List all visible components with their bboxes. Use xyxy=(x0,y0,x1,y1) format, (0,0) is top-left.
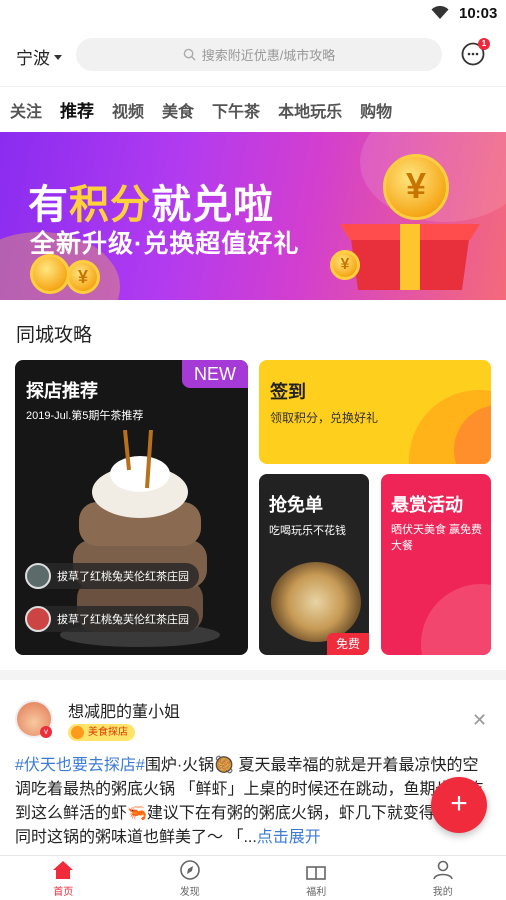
reward-title: 悬赏活动 xyxy=(391,495,463,515)
avatar xyxy=(25,563,51,589)
feed-text: 拔草了红桃兔芙伦红茶庄园 xyxy=(57,614,189,626)
avatar xyxy=(25,606,51,632)
profile-icon xyxy=(432,860,453,879)
home-icon xyxy=(53,860,74,879)
coin-icon: ¥ xyxy=(383,154,449,220)
nav-welfare[interactable]: 福利 xyxy=(253,856,380,900)
free-order-title: 抢免单 xyxy=(269,495,323,515)
checkin-desc: 领取积分，兑换好礼 xyxy=(270,411,379,425)
free-order-desc: 吃喝玩乐不花钱 xyxy=(269,525,346,537)
compass-icon xyxy=(179,859,200,880)
tab-meishi[interactable]: 美食 xyxy=(162,98,194,122)
tandian-desc: 2019-Jul.第5期午茶推荐 xyxy=(26,410,144,422)
nav-label: 发现 xyxy=(179,886,200,898)
nav-profile[interactable]: 我的 xyxy=(380,856,506,900)
new-badge: NEW xyxy=(182,360,248,388)
banner-title: 有积分就兑啦 xyxy=(28,183,274,227)
search-placeholder: 搜索附近优惠/城市攻略 xyxy=(201,48,336,63)
free-order-card[interactable]: 抢免单 吃喝玩乐不花钱 免费 xyxy=(259,474,369,655)
city-label: 宁波 xyxy=(16,49,50,68)
food-tag-icon xyxy=(71,726,84,739)
category-tabs: 关注 推荐 视频 美食 下午茶 本地玩乐 购物 xyxy=(0,86,506,132)
feed-text: 拔草了红桃兔芙伦红茶庄园 xyxy=(57,571,189,583)
nav-label: 福利 xyxy=(306,886,327,898)
gift-icon xyxy=(306,865,327,880)
verified-badge: v xyxy=(40,726,52,738)
tab-gouwu[interactable]: 购物 xyxy=(360,98,392,122)
bottom-nav: 首页 发现 福利 我的 xyxy=(0,855,506,900)
nav-discover[interactable]: 发现 xyxy=(127,856,254,900)
author-name[interactable]: 想减肥的董小姐 xyxy=(68,698,180,722)
coin-icon: ¥ xyxy=(330,250,360,280)
free-badge: 免费 xyxy=(327,633,369,655)
section-title: 同城攻略 xyxy=(16,325,93,346)
tab-shipin[interactable]: 视频 xyxy=(112,98,144,122)
top-bar: 宁波 搜索附近优惠/城市攻略 1 xyxy=(0,28,506,86)
food-image xyxy=(271,562,361,642)
tab-tuijian[interactable]: 推荐 xyxy=(60,97,94,122)
city-guide-section: 同城攻略 探店推荐 2019-Jul.第5期午茶推荐 NEW 拔草了红桃兔芙伦红… xyxy=(0,300,506,670)
nav-label: 我的 xyxy=(432,886,453,898)
card-decoration xyxy=(421,584,491,655)
tab-guanzhu[interactable]: 关注 xyxy=(10,98,42,122)
tandian-card[interactable]: 探店推荐 2019-Jul.第5期午茶推荐 NEW 拔草了红桃兔芙伦红茶庄园 拔… xyxy=(15,360,248,655)
nav-label: 首页 xyxy=(53,886,74,898)
city-selector[interactable]: 宁波 xyxy=(16,44,62,69)
post-hashtag[interactable]: #伏天也要去探店# xyxy=(15,757,145,774)
search-input[interactable]: 搜索附近优惠/城市攻略 xyxy=(76,38,442,71)
caret-down-icon xyxy=(54,55,62,60)
create-post-button[interactable]: + xyxy=(431,777,487,833)
status-bar: 10:03 xyxy=(0,0,506,28)
coin-stack xyxy=(30,254,70,294)
expand-link[interactable]: 点击展开 xyxy=(257,829,321,846)
feed-item[interactable]: 拔草了红桃兔芙伦红茶庄园 xyxy=(25,606,199,632)
message-badge: 1 xyxy=(478,38,490,50)
search-icon xyxy=(183,48,196,61)
reward-desc: 晒伏天美食 赢免费大餐 xyxy=(391,524,483,552)
tab-xiawucha[interactable]: 下午茶 xyxy=(212,98,260,122)
message-button[interactable]: 1 xyxy=(461,38,490,67)
checkin-card[interactable]: 签到 领取积分，兑换好礼 xyxy=(259,360,491,464)
author-tag: 美食探店 xyxy=(68,724,135,741)
wifi-icon xyxy=(431,6,449,19)
post-body: #伏天也要去探店#围炉·火锅🥘 夏天最幸福的就是开着最凉快的空调吃着最热的粥底火… xyxy=(15,754,493,850)
tab-bendiwanle[interactable]: 本地玩乐 xyxy=(278,98,342,122)
coin-icon: ¥ xyxy=(66,260,100,294)
banner-subtitle: 全新升级·兑换超值好礼 xyxy=(30,230,300,258)
feed-item[interactable]: 拔草了红桃兔芙伦红茶庄园 xyxy=(25,563,199,589)
nav-home[interactable]: 首页 xyxy=(0,856,127,900)
status-time: 10:03 xyxy=(459,5,498,22)
feed-post[interactable]: v 想减肥的董小姐 美食探店 ✕ #伏天也要去探店#围炉·火锅🥘 夏天最幸福的就… xyxy=(0,680,506,855)
checkin-title: 签到 xyxy=(270,382,306,402)
tandian-title: 探店推荐 xyxy=(26,381,98,401)
promo-banner[interactable]: 有积分就兑啦 全新升级·兑换超值好礼 ¥ ¥ ¥ xyxy=(0,132,506,300)
reward-activity-card[interactable]: 悬赏活动 晒伏天美食 赢免费大餐 xyxy=(381,474,491,655)
close-icon[interactable]: ✕ xyxy=(472,710,487,731)
